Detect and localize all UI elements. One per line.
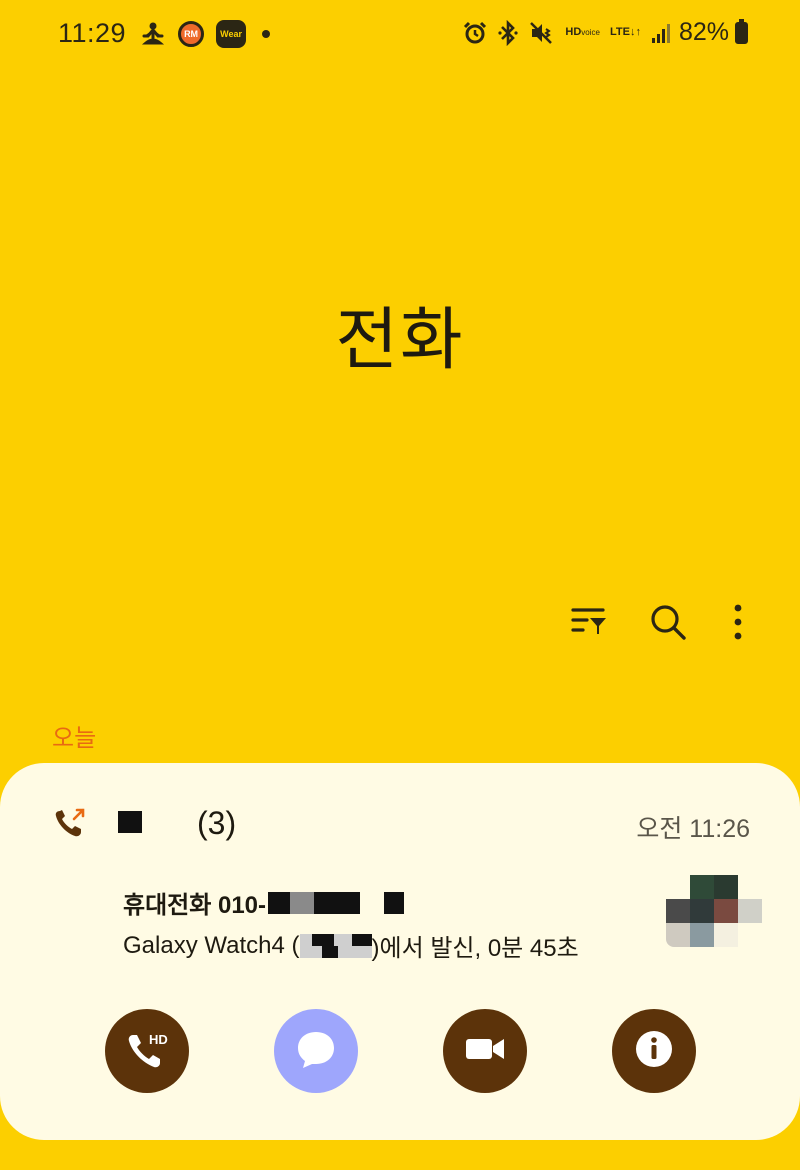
section-header-today: 오늘 [52,725,97,752]
contact-name-redacted [118,811,142,833]
rm-app-label: RM [184,28,199,39]
call-card-header: (3) 오전 11:26 [52,803,750,843]
video-call-button[interactable] [443,1009,527,1093]
phone-number-prefix: 휴대전화 010- [123,892,267,919]
hd-voice-icon: HD voice [565,27,600,38]
rm-app-icon: RM [178,20,205,47]
bluetooth-icon [497,19,519,46]
vibrate-icon [529,21,555,45]
battery-percent: 82% [678,18,729,46]
info-icon [632,1027,676,1076]
page-title: 전화 [335,302,465,378]
call-count: (3) [197,805,237,841]
status-time: 11:29 [58,18,127,48]
redaction-block [384,891,405,914]
call-actions: HD [0,1009,800,1093]
hd-call-label: HD [149,1032,168,1047]
lte-label: LTE [609,26,630,38]
status-bar-left: 11:29 RM Wear [58,18,271,49]
wear-app-label: Wear [220,28,242,39]
more-options-button[interactable] [712,598,764,650]
contact-avatar[interactable] [666,875,762,947]
toolbar [538,598,764,650]
hd-voice-label: HD [565,26,582,38]
signal-icon [651,22,671,44]
hd-call-icon: HD [123,1025,171,1078]
status-bar-right: HD voice LTE ↓↑ 82% [453,18,748,47]
redaction-block [290,891,315,914]
wear-app-icon: Wear [216,19,247,48]
call-log-card[interactable]: (3) 오전 11:26 휴대전화 010- Galaxy Watch4 ( ) [0,763,800,1140]
message-button[interactable] [274,1009,358,1093]
device-name-redacted [299,933,372,958]
call-detail-line: Galaxy Watch4 ( )에서 발신, 0분 45초 [123,928,579,963]
filter-icon [570,605,610,644]
notification-dot [262,29,271,38]
lte-icon: LTE ↓↑ [609,26,641,38]
video-call-icon [462,1026,508,1077]
outgoing-call-icon [52,805,88,846]
redaction-block [314,891,361,914]
call-time: 오전 11:26 [636,815,750,843]
more-icon [733,604,743,645]
alarm-icon [463,21,487,45]
device-prefix: Galaxy Watch4 ( [123,931,300,959]
status-bar: 11:29 RM Wear HD voice LTE ↓↑ 82% [0,0,800,70]
battery-icon [735,18,748,44]
phone-number-line: 휴대전화 010- [123,885,405,920]
phone-number-redacted [268,891,291,914]
meditation-icon [140,21,166,47]
message-icon [293,1026,339,1077]
search-button[interactable] [642,598,694,650]
filter-button[interactable] [564,598,616,650]
search-icon [648,602,688,647]
call-detail-suffix: )에서 발신, 0분 45초 [371,935,579,962]
hd-voice-sub: voice [581,28,600,37]
contact-info-button[interactable] [612,1009,696,1093]
hd-voice-call-button[interactable]: HD [105,1009,189,1093]
